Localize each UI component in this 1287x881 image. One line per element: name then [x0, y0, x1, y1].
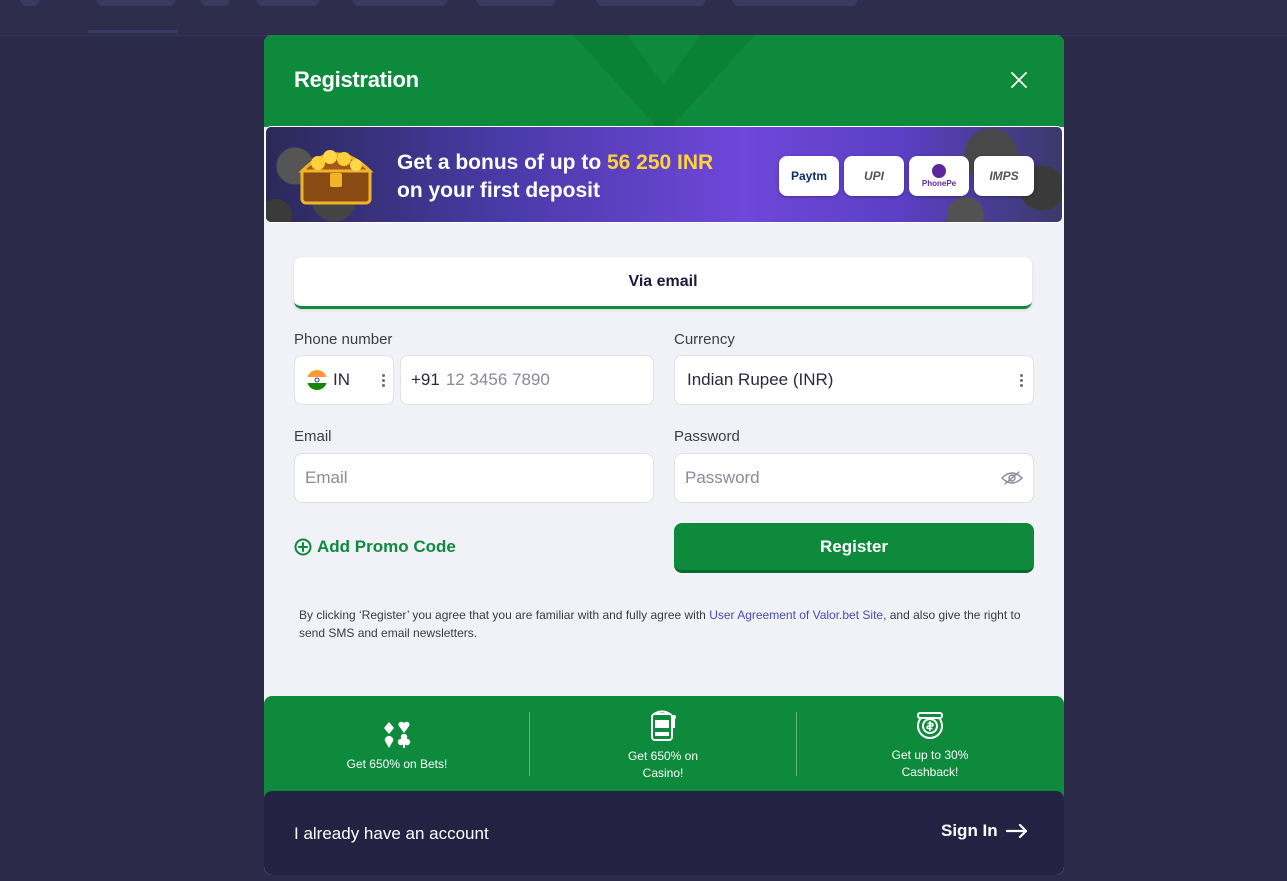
- modal-title: Registration: [294, 67, 419, 92]
- already-have-account-text: I already have an account: [294, 824, 489, 843]
- email-label: Email: [294, 428, 332, 445]
- add-promo-code-button[interactable]: Add Promo Code: [294, 537, 456, 557]
- benefit-cashback-text: Get up to 30% Cashback!: [891, 748, 969, 779]
- close-icon: [1011, 72, 1027, 88]
- more-vertical-icon: [1020, 373, 1023, 387]
- paytm-badge: Paytm: [779, 156, 839, 196]
- benefit-cashback: Get up to 30% Cashback!: [797, 696, 1063, 796]
- registration-modal: Registration Get a bonus of up to 56 250…: [264, 35, 1064, 875]
- plus-circle-icon: [294, 538, 312, 556]
- background-nav-active-indicator: [88, 30, 178, 33]
- header-logo-watermark: [564, 35, 764, 127]
- eye-off-icon: [1001, 471, 1023, 485]
- arrow-right-icon: [1005, 824, 1027, 838]
- background-nav-item: [256, 0, 320, 6]
- register-button[interactable]: Register: [674, 523, 1034, 573]
- imps-logo: IMPS: [989, 169, 1019, 183]
- sign-in-button[interactable]: Sign In: [941, 821, 1028, 841]
- benefits-strip: Get 650% on Bets! Get 650% on Casino! Ge…: [264, 696, 1064, 806]
- background-nav-bar: [0, 0, 1287, 36]
- modal-header: Registration: [264, 35, 1064, 127]
- password-field[interactable]: Password: [674, 453, 1034, 503]
- country-code-select[interactable]: IN: [294, 355, 394, 405]
- cards-suits-icon: [384, 721, 411, 748]
- upi-logo: UPI: [863, 169, 884, 183]
- close-button[interactable]: [1004, 65, 1034, 95]
- user-agreement-link[interactable]: User Agreement of Valor.bet Site: [709, 608, 883, 622]
- background-nav-item: [476, 0, 556, 6]
- phonepe-icon: [932, 164, 946, 178]
- background-nav-item: [352, 0, 448, 6]
- banner-headline-prefix: Get a bonus of up to: [397, 151, 607, 174]
- more-vertical-icon: [382, 373, 385, 387]
- background-nav-item: [20, 0, 40, 6]
- terms-prefix: By clicking ‘Register’ you agree that yo…: [299, 608, 710, 622]
- phonepe-logo: PhonePe: [921, 179, 957, 188]
- bonus-amount: 56 250 INR: [606, 151, 714, 174]
- password-placeholder: Password: [685, 468, 760, 487]
- phone-input[interactable]: +91 12 3456 7890: [400, 355, 654, 405]
- currency-label: Currency: [674, 331, 735, 348]
- sign-in-label: Sign In: [941, 821, 998, 840]
- banner-subline: on your first deposit: [397, 179, 601, 202]
- benefit-bets-text: Get 650% on Bets!: [346, 756, 448, 771]
- banner-headline: Get a bonus of up to 56 250 INR: [397, 151, 713, 175]
- background-nav-item: [200, 0, 230, 6]
- terms-text: By clicking ‘Register’ you agree that yo…: [299, 606, 1029, 642]
- cashback-coin-icon: [917, 712, 943, 739]
- phonepe-badge: PhonePe: [909, 156, 969, 196]
- benefit-casino: Get 650% on Casino!: [530, 696, 796, 796]
- bonus-banner[interactable]: Get a bonus of up to 56 250 INR on your …: [265, 126, 1063, 223]
- india-flag-icon: [307, 370, 327, 390]
- signin-footer: I already have an account Sign In: [264, 791, 1064, 875]
- paytm-logo: Paytm: [790, 169, 828, 183]
- background-nav-item: [96, 0, 176, 6]
- currency-value: Indian Rupee (INR): [687, 370, 834, 389]
- imps-badge: IMPS: [974, 156, 1034, 196]
- phone-placeholder: 12 3456 7890: [445, 370, 550, 389]
- benefit-bets: Get 650% on Bets!: [264, 696, 530, 796]
- treasure-chest-icon: [298, 150, 374, 205]
- email-field[interactable]: Email: [294, 453, 654, 503]
- benefit-casino-text: Get 650% on Casino!: [627, 749, 699, 780]
- email-placeholder: Email: [305, 468, 348, 487]
- phone-prefix: +91: [411, 370, 440, 389]
- add-promo-code-label: Add Promo Code: [317, 537, 456, 556]
- phone-label: Phone number: [294, 331, 393, 348]
- background-nav-item: [596, 0, 706, 6]
- currency-select[interactable]: Indian Rupee (INR): [674, 355, 1034, 405]
- slot-machine-icon: [651, 710, 676, 741]
- password-label: Password: [674, 428, 740, 445]
- country-code-value: IN: [333, 370, 350, 389]
- toggle-password-visibility[interactable]: [1001, 470, 1023, 486]
- background-nav-item: [732, 0, 858, 6]
- tab-via-email[interactable]: Via email: [294, 257, 1032, 309]
- upi-badge: UPI: [844, 156, 904, 196]
